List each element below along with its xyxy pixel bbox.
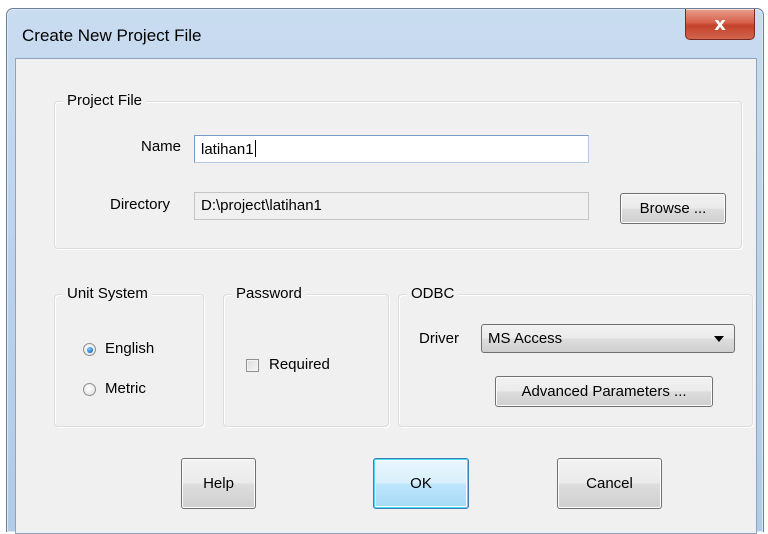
close-icon: x — [714, 13, 726, 35]
help-button-label: Help — [203, 475, 234, 492]
name-label: Name — [141, 138, 182, 155]
driver-label: Driver — [419, 330, 459, 347]
dialog-window: Create New Project File x Project File N… — [6, 8, 764, 534]
directory-value: D:\project\latihan1 — [201, 197, 322, 214]
password-group: Password Required — [223, 285, 389, 427]
odbc-legend: ODBC — [407, 285, 459, 302]
radio-metric-label[interactable]: Metric — [105, 380, 146, 397]
required-checkbox-label[interactable]: Required — [269, 356, 330, 373]
ok-button[interactable]: OK — [373, 458, 469, 509]
required-checkbox[interactable] — [246, 359, 259, 372]
radio-english[interactable] — [83, 343, 96, 356]
password-legend: Password — [232, 285, 306, 302]
browse-button-label: Browse ... — [639, 200, 707, 217]
close-button[interactable]: x — [685, 9, 755, 40]
name-input[interactable]: latihan1 — [194, 135, 589, 163]
project-file-group: Project File Name latihan1 Directory D:\… — [54, 92, 742, 249]
advanced-parameters-label: Advanced Parameters ... — [521, 383, 687, 400]
radio-english-label[interactable]: English — [105, 340, 154, 357]
text-caret — [254, 140, 256, 157]
project-file-legend: Project File — [63, 92, 147, 109]
dialog-body: Project File Name latihan1 Directory D:\… — [15, 58, 757, 534]
cancel-button-label: Cancel — [586, 475, 633, 492]
unit-system-group: Unit System English Metric — [54, 285, 204, 427]
advanced-parameters-button[interactable]: Advanced Parameters ... — [495, 376, 713, 407]
help-button[interactable]: Help — [181, 458, 256, 509]
driver-select[interactable]: MS Access — [481, 324, 735, 353]
cancel-button[interactable]: Cancel — [557, 458, 662, 509]
radio-selected-dot — [86, 346, 93, 353]
title-bar[interactable]: Create New Project File x — [7, 9, 763, 57]
chevron-down-icon — [714, 336, 724, 342]
ok-button-label: OK — [410, 475, 432, 492]
directory-field: D:\project\latihan1 — [194, 192, 589, 220]
unit-system-legend: Unit System — [63, 285, 152, 302]
directory-label: Directory — [110, 196, 171, 213]
name-input-value: latihan1 — [201, 141, 254, 158]
radio-metric[interactable] — [83, 383, 96, 396]
odbc-group: ODBC Driver MS Access Advanced Parameter… — [398, 285, 753, 427]
driver-select-value: MS Access — [488, 330, 563, 347]
window-title: Create New Project File — [22, 26, 202, 45]
browse-button[interactable]: Browse ... — [620, 193, 726, 224]
